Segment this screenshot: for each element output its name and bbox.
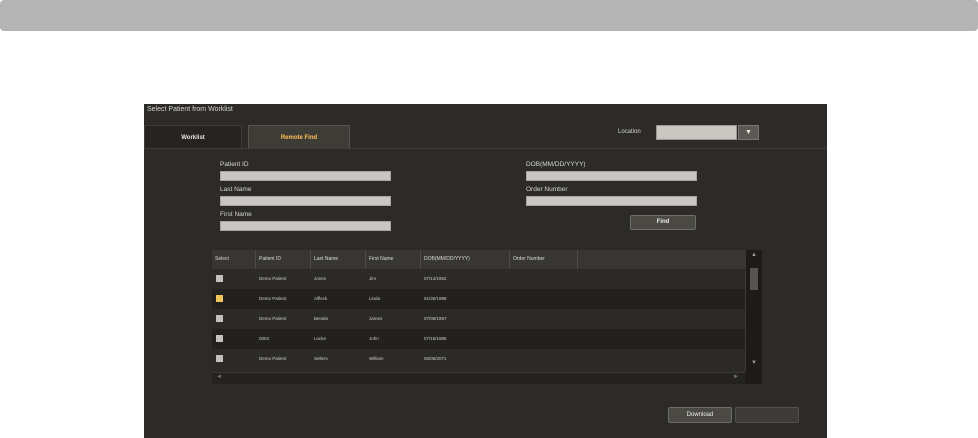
cell-dob: 01/30/1998 — [424, 296, 447, 301]
column-header-order-number: Order Number — [510, 250, 578, 269]
cell-dob: 06/06/2071 — [424, 356, 447, 361]
scroll-left-icon[interactable]: ◄ — [216, 374, 222, 380]
row-select-checkbox[interactable] — [216, 275, 223, 282]
cell-first-name: William — [369, 356, 384, 361]
scroll-thumb[interactable] — [750, 268, 758, 290]
patient-id-label: Patient ID — [220, 161, 249, 168]
table-row[interactable]: Demo Patient Bender James 07/08/1997 — [212, 309, 745, 329]
select-patient-dialog: Select Patient from Worklist Worklist Re… — [144, 104, 827, 438]
table-header: Select Patient ID Last Name First Name D… — [212, 250, 745, 269]
secondary-button[interactable] — [735, 407, 799, 423]
row-select-checkbox[interactable] — [216, 335, 223, 342]
order-number-field[interactable] — [526, 196, 697, 206]
location-label: Location — [618, 129, 641, 135]
order-number-label: Order Number — [526, 186, 568, 193]
tab-remote-find[interactable]: Remote Find — [248, 125, 350, 149]
cell-patient-id: Demo Patient — [259, 276, 287, 281]
vertical-scrollbar[interactable]: ▲ ▼ — [745, 250, 762, 372]
horizontal-scrollbar[interactable]: ◄ ► — [212, 372, 745, 384]
column-header-select: Select — [212, 250, 256, 269]
cell-last-name: Bender — [314, 316, 329, 321]
cell-patient-id: Demo Patient — [259, 356, 287, 361]
column-header-dob: DOB(MM/DD/YYYY) — [421, 250, 510, 269]
table-row[interactable]: Demo Patient Alfleck Linda 01/30/1998 — [212, 289, 745, 309]
cell-first-name: Linda — [369, 296, 381, 301]
cell-first-name: John — [369, 336, 379, 341]
table-row[interactable]: Demo Patient Jones Jim 07/14/1962 — [212, 269, 745, 289]
dob-field[interactable] — [526, 171, 697, 181]
tab-worklist[interactable]: Worklist — [144, 125, 242, 149]
cell-first-name: James — [369, 316, 383, 321]
dialog-title: Select Patient from Worklist — [147, 106, 233, 113]
first-name-field[interactable] — [220, 221, 391, 231]
cell-dob: 07/14/1962 — [424, 276, 447, 281]
row-select-checkbox[interactable] — [216, 295, 223, 302]
first-name-label: First Name — [220, 211, 252, 218]
row-select-checkbox[interactable] — [216, 355, 223, 362]
top-bar — [0, 0, 978, 31]
patient-id-field[interactable] — [220, 171, 391, 181]
cell-dob: 07/08/1997 — [424, 316, 447, 321]
cell-patient-id: 0004 — [259, 336, 270, 341]
cell-patient-id: Demo Patient — [259, 316, 287, 321]
cell-last-name: Sellers — [314, 356, 328, 361]
cell-first-name: Jim — [369, 276, 376, 281]
last-name-label: Last Name — [220, 186, 252, 193]
scroll-up-icon[interactable]: ▲ — [746, 252, 762, 258]
cell-last-name: Alfleck — [314, 296, 328, 301]
column-header-last-name: Last Name — [311, 250, 366, 269]
download-button[interactable]: Download — [668, 407, 732, 423]
cell-patient-id: Demo Patient — [259, 296, 287, 301]
find-button[interactable]: Find — [630, 215, 696, 230]
tab-divider — [144, 148, 827, 149]
location-select[interactable] — [656, 125, 737, 140]
scroll-right-icon[interactable]: ► — [733, 374, 739, 380]
chevron-down-icon: ▼ — [745, 129, 752, 136]
location-dropdown-button[interactable]: ▼ — [738, 125, 759, 140]
column-header-first-name: First Name — [366, 250, 421, 269]
results-table: Select Patient ID Last Name First Name D… — [212, 250, 762, 384]
dob-label: DOB(MM/DD/YYYY) — [526, 161, 586, 168]
column-header-patient-id: Patient ID — [256, 250, 311, 269]
cell-dob: 07/15/1985 — [424, 336, 447, 341]
row-select-checkbox[interactable] — [216, 315, 223, 322]
table-row[interactable]: 0004 Locke John 07/15/1985 — [212, 329, 745, 349]
cell-last-name: Locke — [314, 336, 327, 341]
scroll-down-icon[interactable]: ▼ — [746, 360, 762, 366]
cell-last-name: Jones — [314, 276, 327, 281]
table-row[interactable]: Demo Patient Sellers William 06/06/2071 — [212, 349, 745, 372]
last-name-field[interactable] — [220, 196, 391, 206]
